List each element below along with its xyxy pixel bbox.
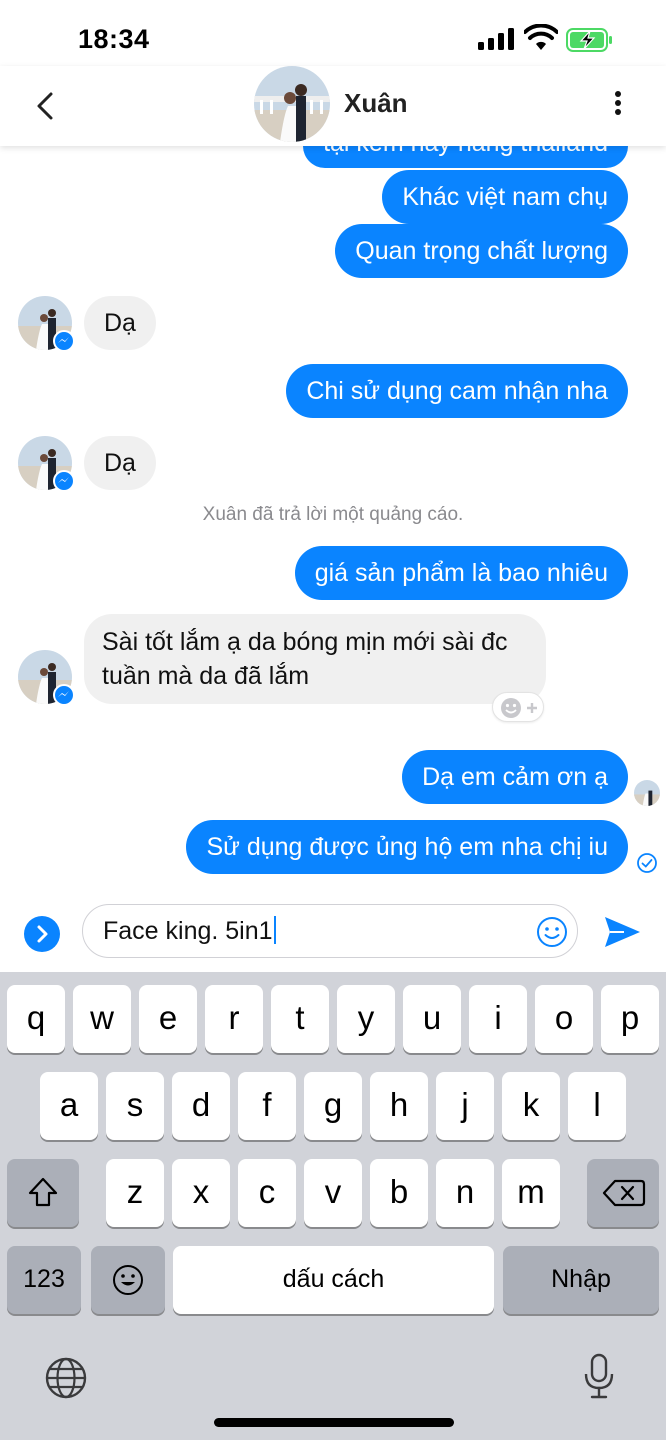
system-notice: Xuân đã trả lời một quảng cáo.	[202, 504, 464, 525]
home-indicator[interactable]	[214, 1418, 454, 1427]
message-incoming[interactable]: Sài tốt lắm ạ da bóng mịn mới sài đc tuầ…	[84, 614, 546, 704]
key-t[interactable]: t	[271, 985, 329, 1053]
contact-name[interactable]: Xuân	[344, 88, 408, 119]
add-reaction-icon[interactable]	[492, 692, 544, 722]
microphone-icon[interactable]	[582, 1352, 616, 1400]
key-i[interactable]: i	[469, 985, 527, 1053]
message-list[interactable]: tại kem này hàng thailand Khác việt nam …	[0, 146, 666, 896]
key-p[interactable]: p	[601, 985, 659, 1053]
key-v[interactable]: v	[304, 1159, 362, 1227]
key-h[interactable]: h	[370, 1072, 428, 1140]
chevron-left-icon[interactable]	[30, 88, 60, 124]
message-incoming[interactable]: Dạ	[84, 296, 156, 350]
messenger-badge-icon	[53, 330, 75, 352]
key-j[interactable]: j	[436, 1072, 494, 1140]
key-f[interactable]: f	[238, 1072, 296, 1140]
message-line: tuần mà da đã lắm	[102, 662, 310, 690]
send-icon[interactable]	[602, 914, 642, 950]
key-e[interactable]: e	[139, 985, 197, 1053]
message-input[interactable]: Face king. 5in1	[82, 904, 578, 958]
messenger-badge-icon	[53, 470, 75, 492]
key-n[interactable]: n	[436, 1159, 494, 1227]
key-y[interactable]: y	[337, 985, 395, 1053]
key-d[interactable]: d	[172, 1072, 230, 1140]
key-g[interactable]: g	[304, 1072, 362, 1140]
message-input-value: Face king. 5in1	[103, 916, 276, 946]
key-c[interactable]: c	[238, 1159, 296, 1227]
sent-check-icon	[637, 853, 657, 873]
conversation-header: Xuân	[0, 66, 666, 146]
shift-key[interactable]	[7, 1159, 79, 1227]
key-b[interactable]: b	[370, 1159, 428, 1227]
text-caret	[273, 916, 276, 944]
key-q[interactable]: q	[7, 985, 65, 1053]
key-x[interactable]: x	[172, 1159, 230, 1227]
contact-avatar[interactable]	[254, 66, 330, 142]
emoji-keyboard-key[interactable]	[91, 1246, 165, 1314]
key-o[interactable]: o	[535, 985, 593, 1053]
wifi-icon	[524, 24, 558, 50]
messenger-badge-icon	[53, 684, 75, 706]
key-r[interactable]: r	[205, 985, 263, 1053]
battery-charging-icon	[566, 28, 612, 52]
message-line: Sài tốt lắm ạ da bóng mịn mới sài đc	[102, 628, 508, 656]
message-outgoing[interactable]: Dạ em cảm ơn ạ	[402, 750, 628, 804]
status-bar: 18:34	[0, 0, 666, 66]
more-vertical-icon[interactable]	[606, 88, 630, 124]
numbers-key[interactable]: 123	[7, 1246, 81, 1314]
key-l[interactable]: l	[568, 1072, 626, 1140]
emoji-icon[interactable]	[535, 915, 569, 949]
cellular-signal-icon	[478, 28, 516, 50]
space-key[interactable]: dấu cách	[173, 1246, 494, 1314]
backspace-icon	[602, 1179, 646, 1207]
emoji-keyboard-icon	[113, 1265, 143, 1295]
key-s[interactable]: s	[106, 1072, 164, 1140]
key-m[interactable]: m	[502, 1159, 560, 1227]
backspace-key[interactable]	[587, 1159, 659, 1227]
key-w[interactable]: w	[73, 985, 131, 1053]
message-outgoing[interactable]: Khác việt nam chụ	[382, 170, 628, 224]
key-z[interactable]: z	[106, 1159, 164, 1227]
message-composer: Face king. 5in1	[0, 896, 666, 972]
message-outgoing[interactable]: Sử dụng được ủng hộ em nha chị iu	[186, 820, 628, 874]
status-time: 18:34	[78, 24, 150, 54]
key-u[interactable]: u	[403, 985, 461, 1053]
on-screen-keyboard: q w e r t y u i o p a s d f g h j k l z …	[0, 972, 666, 1440]
key-a[interactable]: a	[40, 1072, 98, 1140]
expand-actions-button[interactable]	[24, 916, 60, 952]
message-outgoing[interactable]: Chi sử dụng cam nhận nha	[286, 364, 628, 418]
shift-icon	[28, 1177, 58, 1207]
read-receipt-avatar	[634, 780, 660, 806]
return-key[interactable]: Nhập	[503, 1246, 659, 1314]
message-outgoing[interactable]: Quan trọng chất lượng	[335, 224, 628, 278]
globe-icon[interactable]	[44, 1356, 88, 1400]
message-outgoing[interactable]: giá sản phẩm là bao nhiêu	[294, 546, 628, 600]
message-outgoing[interactable]: tại kem này hàng thailand	[303, 146, 628, 168]
key-k[interactable]: k	[502, 1072, 560, 1140]
message-incoming[interactable]: Dạ	[84, 436, 156, 490]
